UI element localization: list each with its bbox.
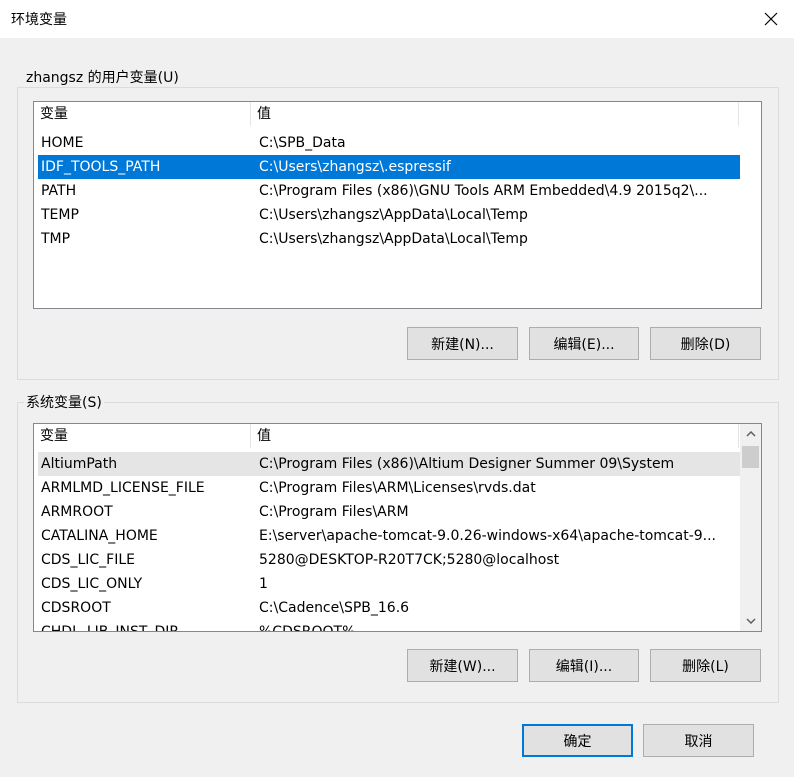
var-value: C:\Program Files (x86)\Altium Designer S… xyxy=(259,456,675,472)
var-value: 1 xyxy=(259,576,268,592)
user-delete-button[interactable]: 删除(D) xyxy=(650,327,761,360)
system-var-row-altiumpath[interactable]: AltiumPath C:\Program Files (x86)\Altium… xyxy=(38,452,740,476)
column-header-value[interactable]: 值 xyxy=(251,102,739,126)
system-vars-label: 系统变量(S) xyxy=(24,394,104,412)
system-delete-button[interactable]: 删除(L) xyxy=(650,649,761,682)
var-value: C:\Users\zhangsz\AppData\Local\Temp xyxy=(259,231,528,247)
var-name: PATH xyxy=(41,183,77,199)
var-value: C:\SPB_Data xyxy=(259,135,346,151)
chevron-up-icon xyxy=(745,431,756,437)
var-name: IDF_TOOLS_PATH xyxy=(41,159,161,175)
user-new-button[interactable]: 新建(N)... xyxy=(407,327,518,360)
var-value: %CDSROOT% xyxy=(259,624,356,632)
system-new-button[interactable]: 新建(W)... xyxy=(407,649,518,682)
var-value: C:\Cadence\SPB_16.6 xyxy=(259,600,410,616)
user-var-row-temp[interactable]: TEMP C:\Users\zhangsz\AppData\Local\Temp xyxy=(38,203,740,227)
column-header-variable[interactable]: 变量 xyxy=(34,102,251,126)
column-header-variable[interactable]: 变量 xyxy=(34,424,251,448)
user-var-row-idf-tools-path[interactable]: IDF_TOOLS_PATH C:\Users\zhangsz\.espress… xyxy=(38,155,740,179)
cancel-button[interactable]: 取消 xyxy=(643,724,754,757)
var-name: CDS_LIC_FILE xyxy=(41,552,135,568)
system-var-row-cds-lic-file[interactable]: CDS_LIC_FILE 5280@DESKTOP-R20T7CK;5280@l… xyxy=(38,548,740,572)
var-value: E:\server\apache-tomcat-9.0.26-windows-x… xyxy=(259,528,717,544)
var-name: CDSROOT xyxy=(41,600,111,616)
system-var-row-armroot[interactable]: ARMROOT C:\Program Files\ARM xyxy=(38,500,740,524)
user-var-row-path[interactable]: PATH C:\Program Files (x86)\GNU Tools AR… xyxy=(38,179,740,203)
system-var-row-cdsroot[interactable]: CDSROOT C:\Cadence\SPB_16.6 xyxy=(38,596,740,620)
scroll-up-button[interactable] xyxy=(740,424,761,444)
system-vars-header: 变量 值 xyxy=(34,424,739,448)
var-name: ARMROOT xyxy=(41,504,113,520)
var-value: C:\Users\zhangsz\AppData\Local\Temp xyxy=(259,207,528,223)
user-vars-header: 变量 值 xyxy=(34,102,739,126)
chevron-down-icon xyxy=(745,618,756,624)
title-bar: 环境变量 xyxy=(0,0,794,38)
var-value: 5280@DESKTOP-R20T7CK;5280@localhost xyxy=(259,552,560,568)
system-vars-rows: AltiumPath C:\Program Files (x86)\Altium… xyxy=(38,452,740,632)
user-var-row-home[interactable]: HOME C:\SPB_Data xyxy=(38,131,740,155)
var-name: CHDL_LIB_INST_DIR xyxy=(41,624,180,632)
var-name: ARMLMD_LICENSE_FILE xyxy=(41,480,205,496)
window-title: 环境变量 xyxy=(11,12,67,28)
var-value: C:\Program Files (x86)\GNU Tools ARM Emb… xyxy=(259,183,708,199)
vertical-scrollbar[interactable] xyxy=(740,424,761,631)
system-vars-list[interactable]: 变量 值 AltiumPath C:\Program Files (x86)\A… xyxy=(33,423,762,632)
var-name: TMP xyxy=(41,231,71,247)
var-name: TEMP xyxy=(41,207,79,223)
system-var-row-armlmd-license-file[interactable]: ARMLMD_LICENSE_FILE C:\Program Files\ARM… xyxy=(38,476,740,500)
var-name: HOME xyxy=(41,135,84,151)
close-button[interactable] xyxy=(748,0,794,38)
column-header-value[interactable]: 值 xyxy=(251,424,739,448)
system-var-row-cds-lic-only[interactable]: CDS_LIC_ONLY 1 xyxy=(38,572,740,596)
system-edit-button[interactable]: 编辑(I)... xyxy=(529,649,639,682)
var-name: AltiumPath xyxy=(41,456,118,472)
var-name: CDS_LIC_ONLY xyxy=(41,576,143,592)
var-value: C:\Program Files\ARM\Licenses\rvds.dat xyxy=(259,480,536,496)
var-value: C:\Users\zhangsz\.espressif xyxy=(259,159,451,175)
system-var-row-catalina-home[interactable]: CATALINA_HOME E:\server\apache-tomcat-9.… xyxy=(38,524,740,548)
system-var-row-chdl-lib-inst-dir[interactable]: CHDL_LIB_INST_DIR %CDSROOT% xyxy=(38,620,740,632)
ok-button[interactable]: 确定 xyxy=(522,724,633,757)
user-vars-label: zhangsz 的用户变量(U) xyxy=(24,69,181,87)
scroll-down-button[interactable] xyxy=(740,611,761,631)
close-icon xyxy=(764,12,778,26)
var-name: CATALINA_HOME xyxy=(41,528,158,544)
user-edit-button[interactable]: 编辑(E)... xyxy=(529,327,639,360)
var-value: C:\Program Files\ARM xyxy=(259,504,409,520)
scroll-thumb[interactable] xyxy=(742,446,759,468)
user-vars-list[interactable]: 变量 值 HOME C:\SPB_Data IDF_TOOLS_PATH C:\… xyxy=(33,101,762,309)
user-vars-rows: HOME C:\SPB_Data IDF_TOOLS_PATH C:\Users… xyxy=(38,131,740,251)
user-var-row-tmp[interactable]: TMP C:\Users\zhangsz\AppData\Local\Temp xyxy=(38,227,740,251)
